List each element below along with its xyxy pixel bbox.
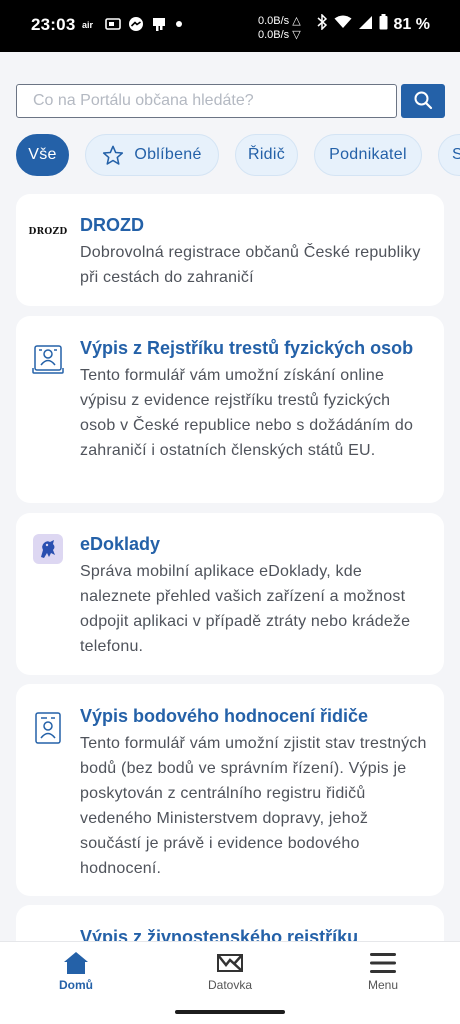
filter-chip-driver[interactable]: Řidič: [235, 134, 298, 176]
nav-databox[interactable]: Datovka: [170, 942, 290, 1001]
signal-icon: [358, 15, 373, 35]
bottom-navigation: Domů Datovka Menu: [0, 941, 460, 1000]
air-icon: air: [82, 18, 98, 33]
card-description: Správa mobilní aplikace eDoklady, kde na…: [80, 563, 411, 655]
search-input[interactable]: [16, 84, 397, 118]
filter-chip-entrepreneur[interactable]: Podnikatel: [314, 134, 422, 176]
svg-text:air: air: [82, 20, 94, 30]
service-card-criminal-record[interactable]: Výpis z Rejstříku trestů fyzických osob …: [16, 316, 444, 503]
gesture-handle[interactable]: [175, 1010, 285, 1014]
filter-chips: Vše Oblíbené Řidič Podnikatel S: [16, 134, 460, 178]
card-description: Tento formulář vám umožní zjistit stav t…: [80, 735, 427, 877]
status-bar: 23:03 air 0.0B/s △ 0.0B/s ▽ 81 %: [0, 0, 460, 52]
service-card-driver-points[interactable]: Výpis bodového hodnocení řidiče Tento fo…: [16, 684, 444, 896]
filter-chip-all[interactable]: Vše: [16, 134, 69, 176]
battery-level: 81 %: [393, 15, 430, 33]
bluetooth-icon: [316, 13, 328, 35]
card-title: eDoklady: [80, 534, 161, 554]
network-speed: 0.0B/s △ 0.0B/s ▽: [258, 15, 301, 41]
status-time: 23:03: [31, 15, 76, 34]
card-title: DROZD: [80, 215, 144, 235]
filter-chip-more[interactable]: S: [438, 134, 460, 176]
star-icon: [102, 145, 124, 166]
service-card-drozd[interactable]: DROZD DROZD Dobrovolná registrace občanů…: [16, 194, 444, 306]
home-icon: [63, 951, 89, 975]
edoklady-lion-icon: [32, 531, 64, 567]
service-card-edoklady[interactable]: eDoklady Správa mobilní aplikace eDoklad…: [16, 513, 444, 675]
nav-home[interactable]: Domů: [16, 942, 136, 1001]
card-description: Dobrovolná registrace občanů České repub…: [80, 244, 421, 286]
notification-icon: [151, 16, 167, 35]
search-bar: [16, 84, 445, 118]
status-left-icons: air: [82, 16, 184, 35]
card-title: Výpis z Rejstříku trestů fyzických osob: [80, 338, 414, 358]
gesture-area: [0, 1000, 460, 1024]
status-right-icons: 81 %: [316, 13, 430, 35]
card-title: Výpis bodového hodnocení řidiče: [80, 706, 369, 726]
wifi-icon: [334, 15, 352, 34]
drozd-logo: DROZD: [28, 227, 68, 237]
battery-icon: [379, 14, 388, 35]
search-icon: [413, 90, 433, 113]
databox-icon: [216, 951, 244, 975]
cast-icon: [105, 17, 121, 34]
menu-icon: [369, 951, 397, 975]
filter-chip-favorites[interactable]: Oblíbené: [85, 134, 219, 176]
search-button[interactable]: [401, 84, 445, 118]
nav-menu[interactable]: Menu: [323, 942, 443, 1001]
driver-points-icon: [32, 710, 64, 746]
dot-icon: [174, 19, 184, 32]
card-description: Tento formulář vám umožní získání online…: [80, 367, 414, 459]
messenger-icon: [128, 16, 144, 35]
criminal-record-icon: [32, 340, 64, 376]
